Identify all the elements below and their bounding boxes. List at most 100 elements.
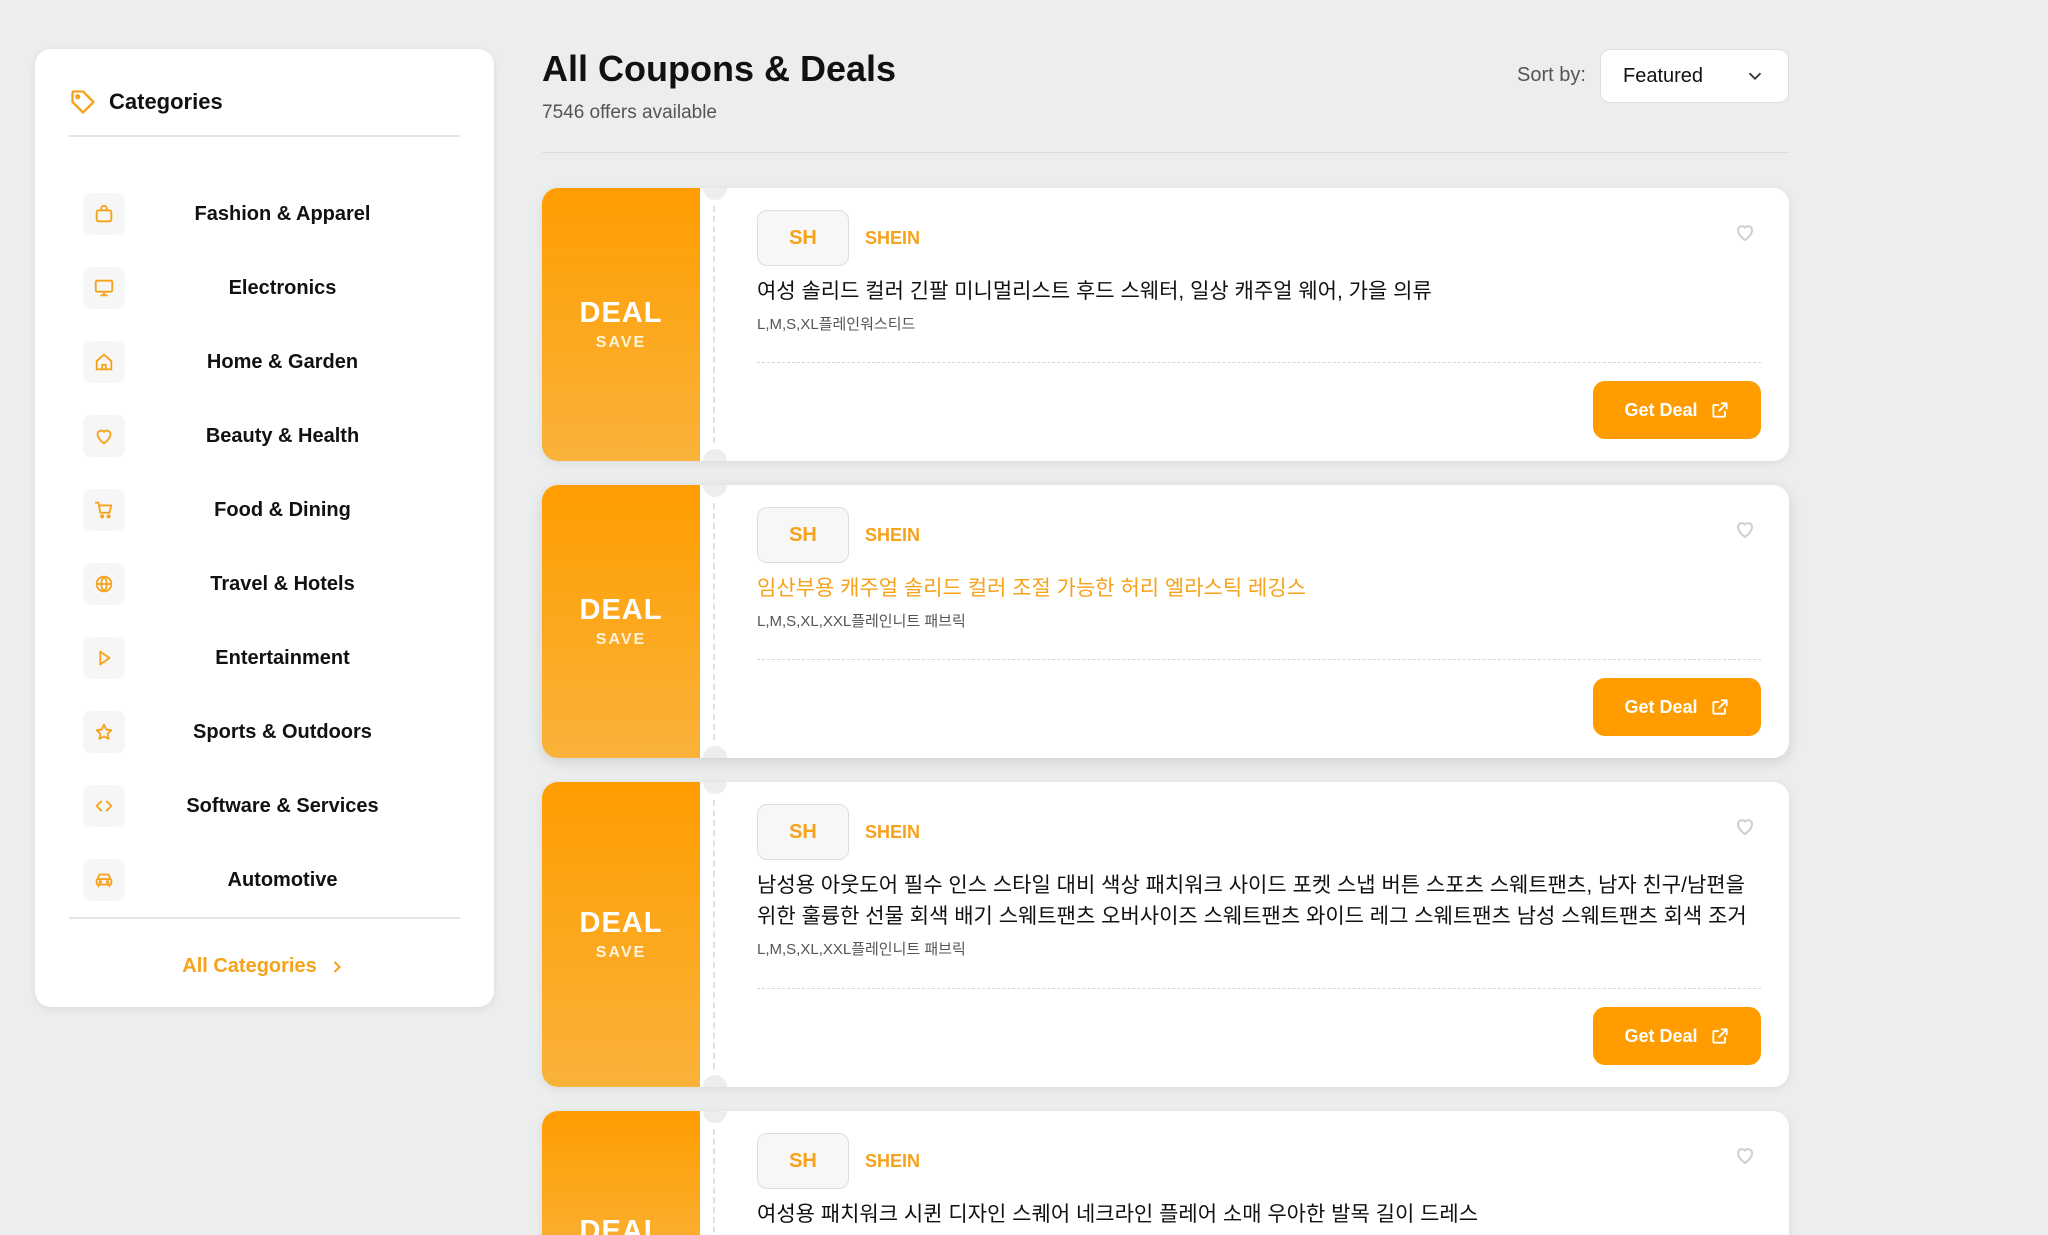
get-deal-label: Get Deal	[1624, 696, 1698, 717]
deal-title[interactable]: 임산부용 캐주얼 솔리드 컬러 조절 가능한 허리 엘라스틱 레깅스	[757, 573, 1761, 604]
perforation	[713, 1129, 715, 1235]
sidebar-item-label: Beauty & Health	[205, 424, 360, 447]
all-categories-label: All Categories	[182, 955, 317, 977]
code-icon	[95, 800, 113, 812]
sidebar-item-entertainment[interactable]: Entertainment	[83, 621, 460, 695]
notch	[703, 746, 727, 758]
deal-body: SH SHEIN 여성 솔리드 컬러 긴팔 미니멀리스트 후드 스웨터, 일상 …	[757, 210, 1761, 334]
external-link-icon	[1711, 402, 1728, 418]
page-title: All Coupons & Deals	[542, 48, 897, 89]
notch	[703, 1111, 727, 1123]
monitor-icon	[94, 279, 114, 297]
category-list: Fashion & Apparel Electronics Home & Gar…	[83, 177, 460, 917]
notch	[703, 782, 727, 794]
get-deal-label: Get Deal	[1624, 1025, 1698, 1046]
globe-icon	[95, 575, 113, 593]
deal-stub-sub: SAVE	[595, 944, 647, 961]
brand-name[interactable]: SHEIN	[865, 822, 920, 843]
deal-card: DEAL SAVE SH SHEIN 여성 솔리드 컬러 긴팔 미니멀리스트 후…	[542, 188, 1789, 461]
card-divider	[757, 988, 1761, 989]
deal-stub-sub: SAVE	[595, 631, 647, 648]
brand-name[interactable]: SHEIN	[865, 1151, 920, 1172]
external-link-icon	[1711, 699, 1728, 715]
category-sidebar: Categories Fashion & Apparel Electronics…	[35, 49, 494, 1007]
all-categories-link[interactable]: All Categories	[35, 955, 494, 978]
get-deal-button[interactable]: Get Deal	[1593, 381, 1761, 439]
sidebar-title: Categories	[109, 89, 223, 114]
sort-select[interactable]: Featured	[1600, 49, 1789, 103]
deal-details: L,M,S,XL,XXL플레인니트 패브릭	[757, 613, 966, 630]
sidebar-item-electronics[interactable]: Electronics	[83, 251, 460, 325]
sidebar-item-automotive[interactable]: Automotive	[83, 843, 460, 917]
favorite-heart-icon[interactable]	[1733, 1143, 1757, 1167]
sort-value: Featured	[1623, 64, 1704, 87]
sort-label: Sort by:	[1517, 64, 1586, 86]
card-divider	[757, 362, 1761, 363]
deal-details: L,M,S,XL플레인워스티드	[757, 316, 916, 333]
sidebar-item-label: Software & Services	[186, 794, 379, 817]
sidebar-item-label: Fashion & Apparel	[194, 202, 371, 225]
get-deal-button[interactable]: Get Deal	[1593, 678, 1761, 736]
deal-title[interactable]: 여성 솔리드 컬러 긴팔 미니멀리스트 후드 스웨터, 일상 캐주얼 웨어, 가…	[757, 276, 1761, 307]
sidebar-divider	[69, 917, 460, 919]
sidebar-header: Categories	[69, 85, 460, 137]
home-icon	[95, 353, 113, 371]
sidebar-item-fashion[interactable]: Fashion & Apparel	[83, 177, 460, 251]
car-icon	[95, 873, 113, 888]
brand-row: SH SHEIN	[757, 804, 1761, 860]
deal-body: SH SHEIN 임산부용 캐주얼 솔리드 컬러 조절 가능한 허리 엘라스틱 …	[757, 507, 1761, 631]
deal-stub-title: DEAL	[579, 1215, 663, 1235]
deal-title[interactable]: 남성용 아웃도어 필수 인스 스타일 대비 색상 패치워크 사이드 포켓 스냅 …	[757, 870, 1761, 932]
sidebar-item-beauty[interactable]: Beauty & Health	[83, 399, 460, 473]
sidebar-item-label: Entertainment	[215, 646, 350, 669]
sidebar-item-software[interactable]: Software & Services	[83, 769, 460, 843]
brand-row: SH SHEIN	[757, 210, 1761, 266]
deal-card: DEAL SH SHEIN 여성용 패치워크 시퀸 디자인 스퀘어 네크라인 플…	[542, 1111, 1789, 1235]
get-deal-button[interactable]: Get Deal	[1593, 1007, 1761, 1065]
brand-logo: SH	[757, 507, 849, 563]
sidebar-item-travel[interactable]: Travel & Hotels	[83, 547, 460, 621]
star-icon	[95, 723, 113, 740]
perforation	[713, 206, 715, 443]
get-deal-label: Get Deal	[1624, 399, 1698, 420]
favorite-heart-icon[interactable]	[1733, 814, 1757, 838]
sidebar-item-label: Sports & Outdoors	[193, 720, 372, 743]
sidebar-item-label: Automotive	[227, 868, 338, 891]
deal-stub-title: DEAL	[579, 907, 663, 939]
play-icon	[99, 650, 111, 666]
tag-icon	[71, 90, 95, 114]
heart-icon	[96, 429, 112, 445]
deal-stub-title: DEAL	[579, 594, 663, 626]
sidebar-item-home[interactable]: Home & Garden	[83, 325, 460, 399]
favorite-heart-icon[interactable]	[1733, 517, 1757, 541]
deal-title[interactable]: 여성용 패치워크 시퀸 디자인 스퀘어 네크라인 플레어 소매 우아한 발목 길…	[757, 1199, 1761, 1230]
cart-icon	[94, 501, 113, 519]
sidebar-item-food[interactable]: Food & Dining	[83, 473, 460, 547]
deal-details: L,M,S,XL,XXL플레인니트 패브릭	[757, 941, 966, 958]
sidebar-item-label: Home & Garden	[206, 350, 359, 373]
page: Categories Fashion & Apparel Electronics…	[0, 0, 2048, 1235]
favorite-heart-icon[interactable]	[1733, 220, 1757, 244]
deal-body: SH SHEIN 남성용 아웃도어 필수 인스 스타일 대비 색상 패치워크 사…	[757, 804, 1761, 959]
sidebar-item-label: Electronics	[228, 276, 337, 299]
sidebar-item-label: Travel & Hotels	[210, 572, 355, 595]
deal-stub: DEAL	[542, 1111, 700, 1235]
sidebar-item-label: Food & Dining	[214, 498, 351, 521]
sidebar-item-sports[interactable]: Sports & Outdoors	[83, 695, 460, 769]
notch	[703, 1075, 727, 1087]
deal-stub: DEAL SAVE	[542, 485, 700, 758]
offer-count: 7546 offers available	[542, 102, 717, 123]
header-divider	[542, 152, 1789, 153]
notch	[703, 485, 727, 497]
brand-logo: SH	[757, 804, 849, 860]
deal-stub-sub: SAVE	[595, 334, 647, 351]
deal-stub: DEAL SAVE	[542, 782, 700, 1087]
brand-name[interactable]: SHEIN	[865, 228, 920, 249]
notch	[703, 188, 727, 200]
brand-row: SH SHEIN	[757, 1133, 1761, 1189]
deal-card: DEAL SAVE SH SHEIN 남성용 아웃도어 필수 인스 스타일 대비…	[542, 782, 1789, 1087]
external-link-icon	[1711, 1028, 1728, 1044]
brand-name[interactable]: SHEIN	[865, 525, 920, 546]
deal-stub: DEAL SAVE	[542, 188, 700, 461]
bag-icon	[95, 204, 113, 223]
